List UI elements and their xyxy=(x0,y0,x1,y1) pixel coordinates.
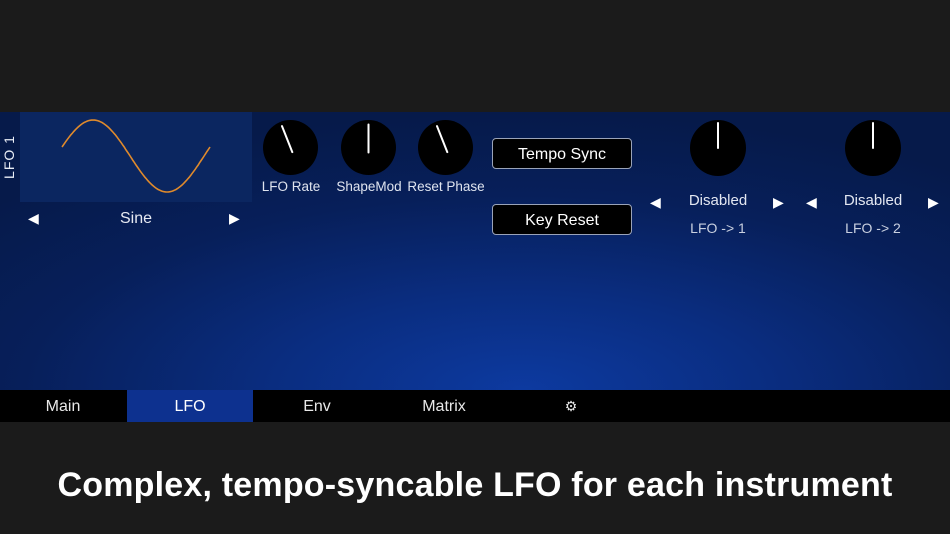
dest-2-prev-arrow-icon[interactable]: ◀ xyxy=(806,192,817,212)
lfo-dest-2-amount-knob[interactable] xyxy=(845,120,901,176)
sine-wave-curve xyxy=(61,119,211,193)
promo-caption: Complex, tempo-syncable LFO for each ins… xyxy=(57,466,893,504)
tempo-sync-button[interactable]: Tempo Sync xyxy=(492,138,632,169)
lfo-dest-1-amount-knob[interactable] xyxy=(690,120,746,176)
waveform-display xyxy=(20,112,252,202)
reset-phase-label: Reset Phase xyxy=(407,179,485,194)
tab-env[interactable]: Env xyxy=(254,390,380,422)
waveform-prev-arrow-icon[interactable]: ◀ xyxy=(28,208,39,228)
reset-phase-knob[interactable] xyxy=(418,120,473,175)
dest-1-value: Disabled xyxy=(688,192,748,209)
dest-1-label: LFO -> 1 xyxy=(690,220,746,236)
lfo-title: LFO 1 xyxy=(1,135,17,179)
tab-bar: Main LFO Env Matrix ⚙ xyxy=(0,390,950,422)
dest-2-label: LFO -> 2 xyxy=(845,220,901,236)
dest-1-next-arrow-icon[interactable]: ▶ xyxy=(773,192,784,212)
dest-1-prev-arrow-icon[interactable]: ◀ xyxy=(650,192,661,212)
tab-main[interactable]: Main xyxy=(0,390,126,422)
lfo-rate-knob[interactable] xyxy=(263,120,318,175)
tab-lfo[interactable]: LFO xyxy=(127,390,253,422)
lfo-title-strip: LFO 1 xyxy=(0,112,20,202)
waveform-selector: ◀ Sine ▶ xyxy=(20,208,252,232)
lfo-panel: LFO 1 ◀ Sine ▶ LFO Rate ShapeMod Reset P… xyxy=(0,112,950,390)
waveform-next-arrow-icon[interactable]: ▶ xyxy=(229,208,240,228)
shapemod-knob[interactable] xyxy=(341,120,396,175)
reset-phase-control: Reset Phase xyxy=(406,120,486,196)
sine-wave-graph xyxy=(61,119,211,193)
waveform-shape-value: Sine xyxy=(119,210,153,227)
tab-matrix[interactable]: Matrix xyxy=(381,390,507,422)
dest-2-value: Disabled xyxy=(843,192,903,209)
dest-2-next-arrow-icon[interactable]: ▶ xyxy=(928,192,939,212)
key-reset-button[interactable]: Key Reset xyxy=(492,204,632,235)
gear-icon[interactable]: ⚙ xyxy=(508,390,634,422)
